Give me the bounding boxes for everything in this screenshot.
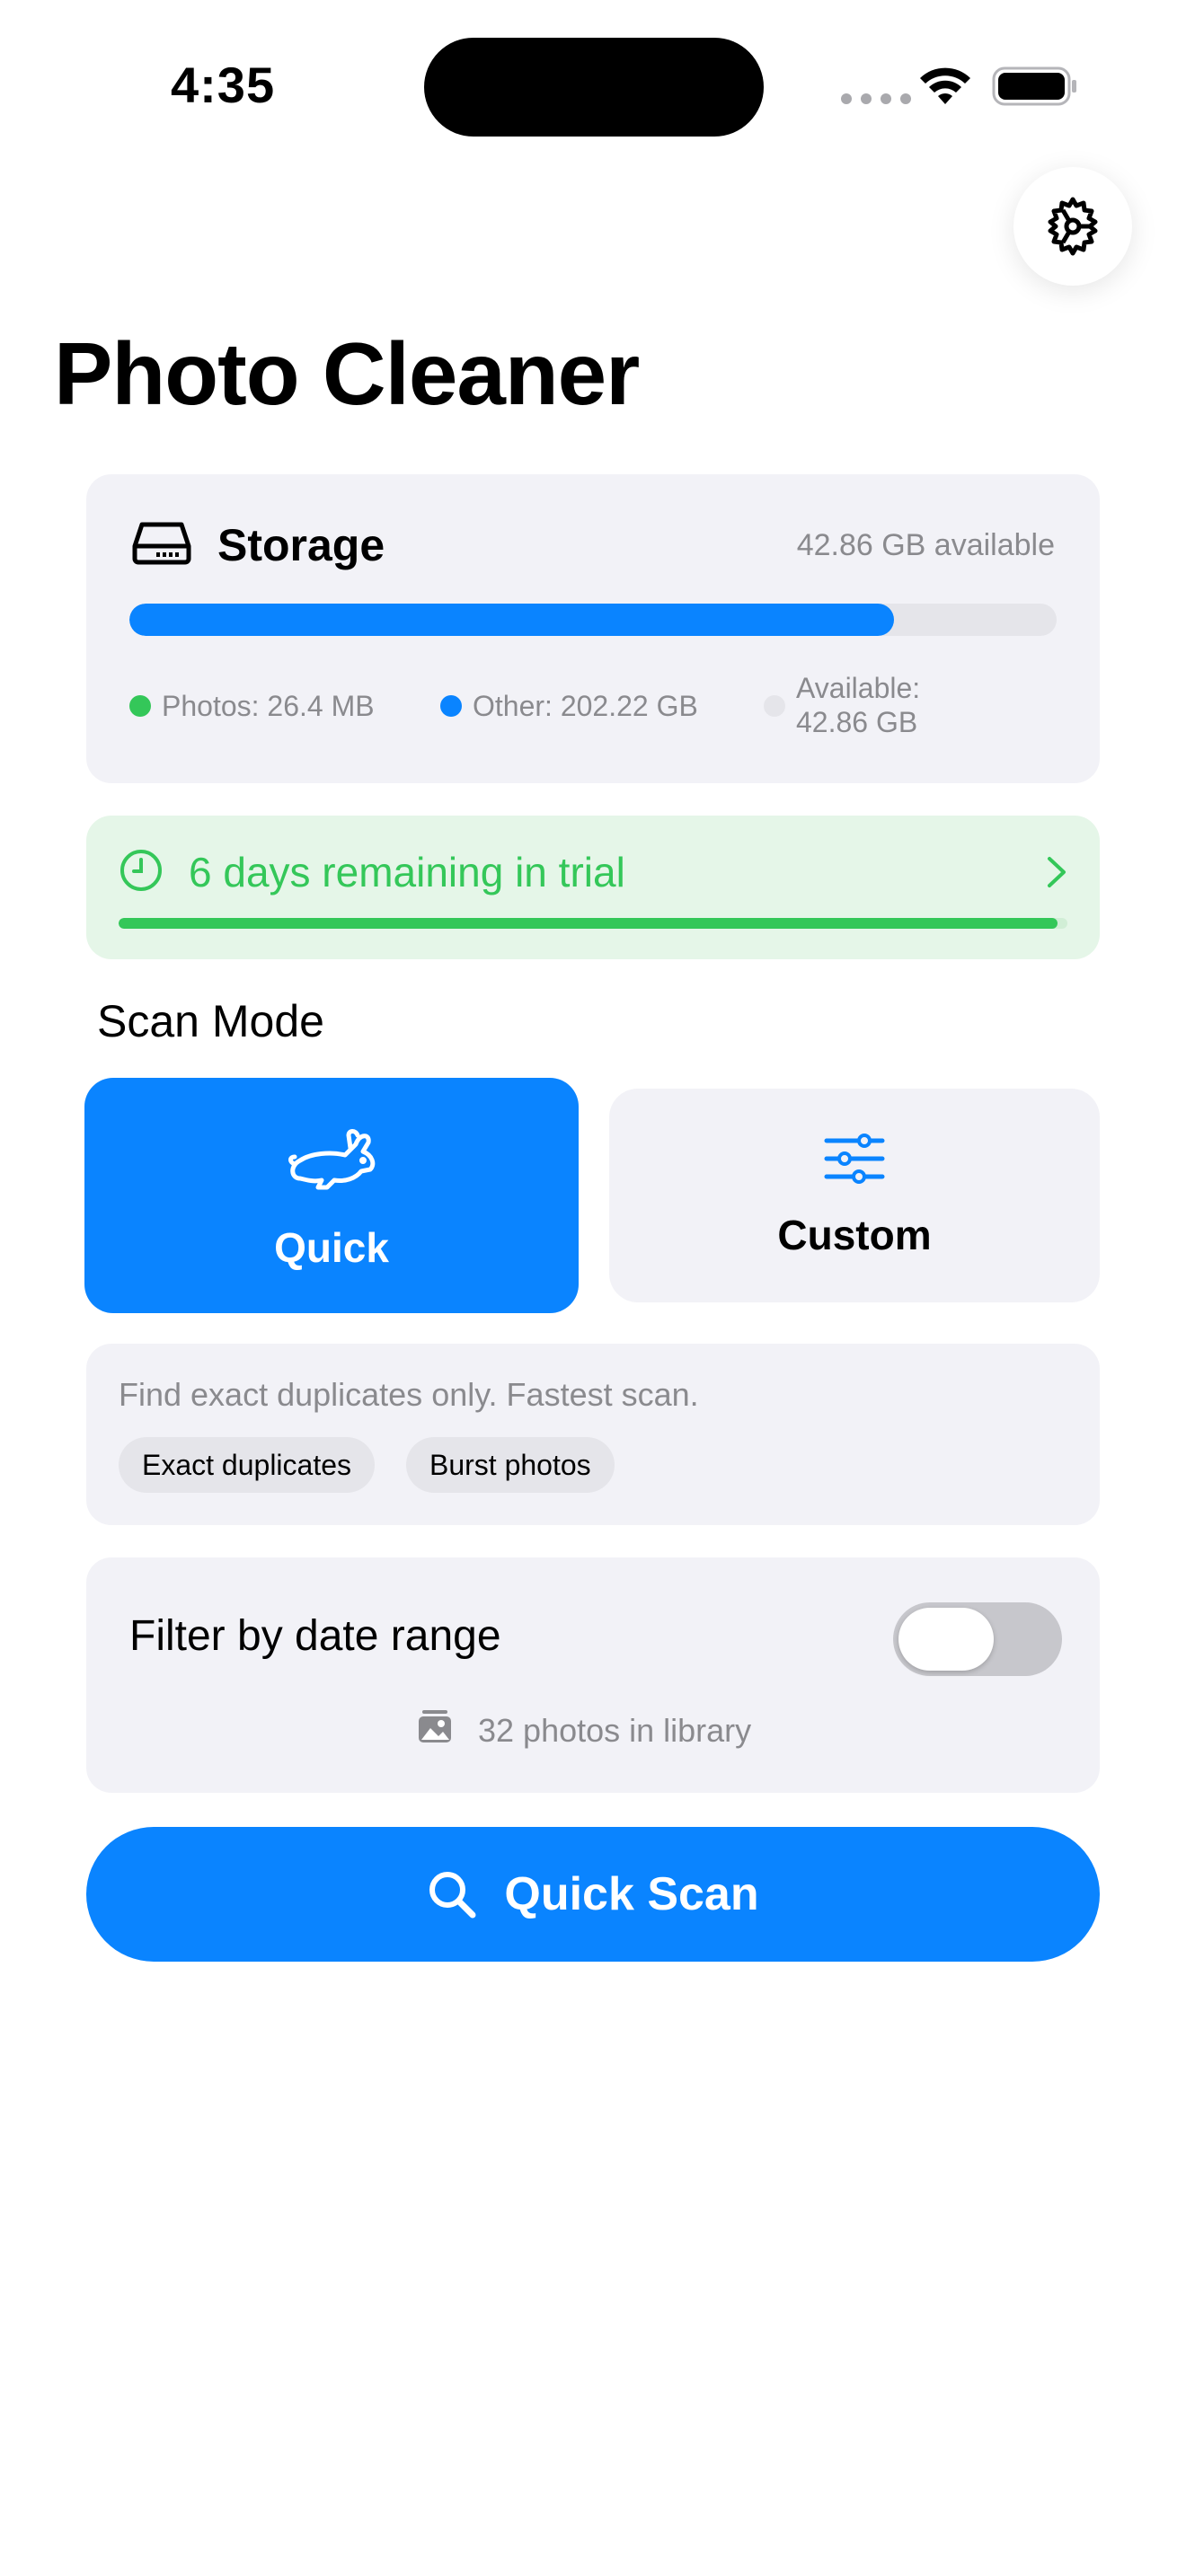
date-filter-toggle[interactable] [893, 1602, 1062, 1676]
quick-scan-label: Quick Scan [504, 1868, 759, 1920]
chevron-right-icon [1048, 857, 1066, 887]
search-icon [429, 1872, 476, 1919]
library-count: 32 photos in library [478, 1712, 752, 1749]
chip-burst-photos: Burst photos [406, 1437, 615, 1493]
quick-scan-button[interactable]: Quick Scan [86, 1827, 1100, 1962]
dynamic-island [424, 38, 764, 137]
available-legend-dot [764, 695, 785, 717]
rabbit-icon [288, 1129, 376, 1190]
gear-icon [1048, 197, 1098, 256]
quick-mode-label: Quick [274, 1224, 389, 1271]
custom-mode-button[interactable]: Custom [609, 1089, 1100, 1302]
settings-button[interactable] [1013, 167, 1132, 286]
storage-available-summary: 42.86 GB available [796, 528, 1055, 562]
photos-legend-dot [129, 695, 151, 717]
photos-legend-label: Photos: 26.4 MB [162, 690, 375, 722]
cellular-signal-icon [841, 93, 911, 104]
clock-icon [120, 850, 162, 891]
quick-mode-button[interactable]: Quick [84, 1078, 579, 1313]
wifi-icon [920, 67, 970, 104]
available-legend-label: Available: 42.86 GB [796, 672, 921, 738]
scan-mode-description: Find exact duplicates only. Fastest scan… [119, 1376, 699, 1413]
trial-progress-fill [119, 918, 1058, 929]
storage-usage-fill [129, 604, 895, 636]
storage-usage-bar [129, 604, 1057, 636]
other-legend-dot [440, 695, 462, 717]
chip-exact-duplicates: Exact duplicates [119, 1437, 376, 1493]
scan-mode-title: Scan Mode [97, 996, 324, 1046]
storage-title: Storage [217, 520, 385, 570]
sliders-icon [824, 1134, 885, 1184]
custom-mode-label: Custom [777, 1212, 932, 1258]
drive-icon [132, 522, 191, 565]
trial-remaining-text: 6 days remaining in trial [189, 849, 625, 895]
trial-progress-bar [119, 918, 1067, 929]
other-legend-label: Other: 202.22 GB [473, 690, 698, 722]
scan-mode-description-card [86, 1344, 1100, 1525]
date-filter-label: Filter by date range [129, 1612, 501, 1660]
status-time: 4:35 [171, 57, 276, 113]
page-title: Photo Cleaner [54, 324, 640, 423]
photo-library-icon [419, 1710, 451, 1742]
battery-icon [992, 66, 1076, 106]
toggle-knob [898, 1608, 994, 1671]
